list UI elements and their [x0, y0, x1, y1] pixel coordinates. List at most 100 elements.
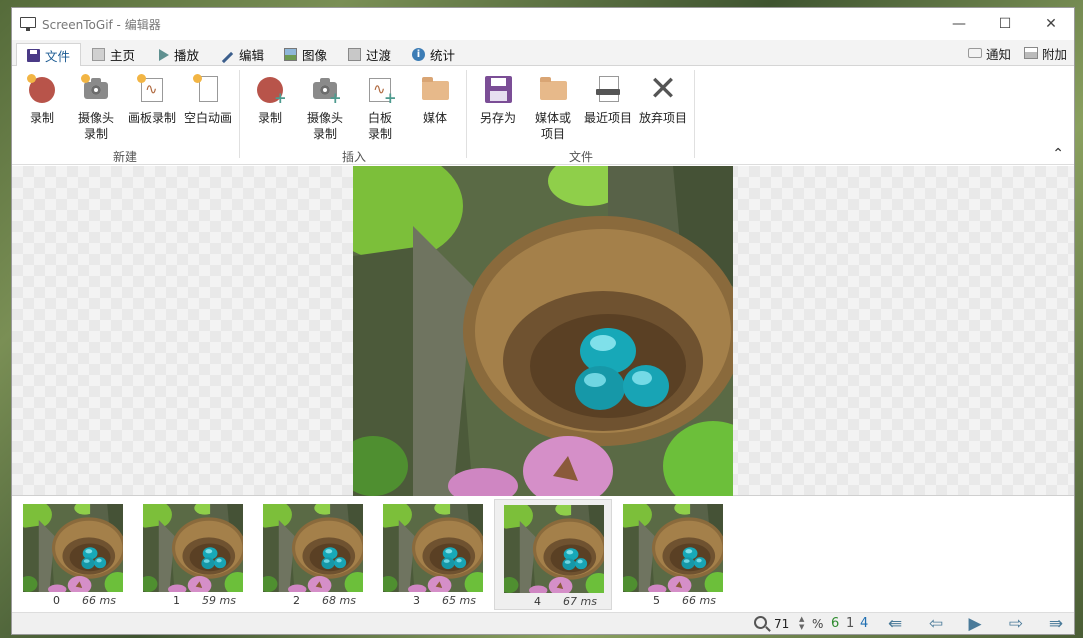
folder-icon	[540, 77, 567, 100]
insert-media-button[interactable]: 媒体	[407, 74, 463, 126]
zoom-unit: %	[812, 617, 824, 631]
new-recording-button[interactable]: 录制	[14, 74, 70, 126]
button-label: 最近项目	[583, 111, 632, 125]
save-as-button[interactable]: 另存为	[470, 74, 526, 126]
frame-index: 5	[653, 594, 660, 607]
group-separator	[466, 70, 467, 158]
button-label: 媒体	[422, 111, 447, 125]
frame-thumbnail[interactable]: 1 59 ms	[134, 499, 252, 610]
frame-thumbnail-image	[504, 505, 604, 593]
editor-window: ScreenToGif - 编辑器 — ☐ ✕ 文件 主页 播放 编辑 图像 过…	[11, 7, 1075, 635]
tab-label: 主页	[110, 48, 136, 63]
frame-thumbnail-image	[623, 504, 723, 592]
frame-thumbnail-image	[143, 504, 243, 592]
insert-board-recording-button[interactable]: + 白板 录制	[352, 74, 408, 142]
frame-thumbnail-image	[23, 504, 123, 592]
frame-thumbnail[interactable]: 5 66 ms	[614, 499, 732, 610]
tab-label: 文件	[45, 48, 71, 64]
pen-icon	[221, 51, 234, 63]
frame-thumbnail-image	[263, 504, 363, 592]
insert-webcam-recording-button[interactable]: + 摄像头 录制	[297, 74, 353, 142]
floppy-disk-icon	[485, 76, 512, 103]
tab-playback[interactable]: 播放	[149, 43, 209, 66]
recent-projects-button[interactable]: 最近项目	[580, 74, 636, 126]
status-bar: 71 ▲ ▼ % 6 1 4 ⇚ ⇦ ▶ ⇨ ⇛	[12, 612, 1074, 634]
frame-index: 2	[293, 594, 300, 607]
extras-button[interactable]: 附加	[1024, 43, 1067, 63]
new-burst-icon	[193, 74, 202, 83]
frame-duration: 67 ms	[563, 595, 597, 608]
extras-icon	[1024, 47, 1038, 59]
notifications-label: 通知	[986, 46, 1012, 62]
minimize-button[interactable]: —	[936, 8, 982, 40]
tab-label: 编辑	[239, 48, 265, 63]
image-icon	[284, 48, 297, 61]
selected-count: 1	[846, 616, 855, 631]
zoom-value-input[interactable]: 71	[774, 617, 789, 631]
frame-index: 3	[413, 594, 420, 607]
folder-icon	[422, 77, 449, 100]
first-frame-button[interactable]: ⇚	[882, 614, 908, 634]
frame-duration: 68 ms	[322, 594, 356, 607]
plus-icon: +	[329, 89, 342, 107]
frame-thumbnail[interactable]: 0 66 ms	[14, 499, 132, 610]
frame-duration: 66 ms	[82, 594, 116, 607]
tab-home[interactable]: 主页	[82, 43, 145, 66]
group-label-insert: 插入	[342, 150, 367, 164]
blank-animation-button[interactable]: 空白动画	[180, 74, 236, 126]
ribbon-tab-bar: 文件 主页 播放 编辑 图像 过渡 i 统计 通知 附加	[12, 40, 1074, 67]
new-board-recording-button[interactable]: 画板录制	[124, 74, 180, 126]
button-label: 画板录制	[127, 111, 176, 125]
button-label: 另存为	[479, 111, 516, 125]
tab-edit[interactable]: 编辑	[211, 43, 274, 66]
open-media-or-project-button[interactable]: 媒体或 项目	[525, 74, 581, 142]
recent-projects-icon	[596, 76, 620, 102]
frame-thumbnail-image	[383, 504, 483, 592]
tab-label: 播放	[174, 48, 200, 63]
camera-icon	[84, 78, 108, 99]
play-icon	[159, 48, 169, 61]
frame-list[interactable]: 0 66 ms 1 59 ms 2 68 ms 3 65 ms 4 67 ms …	[12, 497, 1074, 614]
play-button[interactable]: ▶	[962, 614, 988, 634]
insert-recording-button[interactable]: + 录制	[242, 74, 298, 126]
button-label: 录制	[29, 111, 54, 125]
zoom-stepper[interactable]: ▲ ▼	[799, 615, 804, 631]
discard-x-icon: ✕	[648, 69, 678, 109]
tab-file[interactable]: 文件	[16, 43, 82, 67]
tab-transitions[interactable]: 过渡	[338, 43, 401, 66]
window-title: ScreenToGif - 编辑器	[42, 17, 161, 32]
notification-icon	[968, 48, 982, 58]
frame-thumbnail[interactable]: 2 68 ms	[254, 499, 372, 610]
frame-count: 6	[831, 616, 840, 631]
group-separator	[239, 70, 240, 158]
button-label: 白板 录制	[367, 111, 392, 141]
frame-thumbnail-selected[interactable]: 4 67 ms	[494, 499, 612, 610]
button-label: 媒体或 项目	[534, 111, 571, 141]
next-frame-button[interactable]: ⇨	[1003, 614, 1029, 634]
collapse-ribbon-button[interactable]: ⌃	[1052, 146, 1064, 162]
tab-statistics[interactable]: i 统计	[402, 43, 465, 66]
last-frame-button[interactable]: ⇛	[1043, 614, 1069, 634]
group-separator	[694, 70, 695, 158]
transition-icon	[348, 48, 361, 61]
zoom-icon	[754, 616, 767, 629]
tab-image[interactable]: 图像	[274, 43, 337, 66]
plus-icon: +	[384, 89, 397, 107]
current-frame: 4	[860, 616, 869, 631]
extras-label: 附加	[1042, 46, 1068, 62]
frame-index: 1	[173, 594, 180, 607]
home-icon	[92, 48, 105, 61]
frame-thumbnail[interactable]: 3 65 ms	[374, 499, 492, 610]
tab-label: 统计	[430, 48, 456, 63]
notifications-button[interactable]: 通知	[968, 43, 1011, 63]
close-button[interactable]: ✕	[1028, 8, 1074, 40]
frame-duration: 59 ms	[202, 594, 236, 607]
new-webcam-recording-button[interactable]: 摄像头 录制	[68, 74, 124, 142]
save-icon	[27, 48, 40, 62]
discard-project-button[interactable]: ✕ 放弃项目	[635, 69, 691, 126]
title-bar: ScreenToGif - 编辑器 — ☐ ✕	[12, 8, 1074, 40]
previous-frame-button[interactable]: ⇦	[923, 614, 949, 634]
maximize-button[interactable]: ☐	[982, 8, 1028, 40]
ribbon-panel: 录制 摄像头 录制 画板录制 空白动画 新建 + 录制 + 摄像头 录制 + 白…	[12, 66, 1074, 165]
frame-canvas[interactable]	[12, 166, 1074, 496]
